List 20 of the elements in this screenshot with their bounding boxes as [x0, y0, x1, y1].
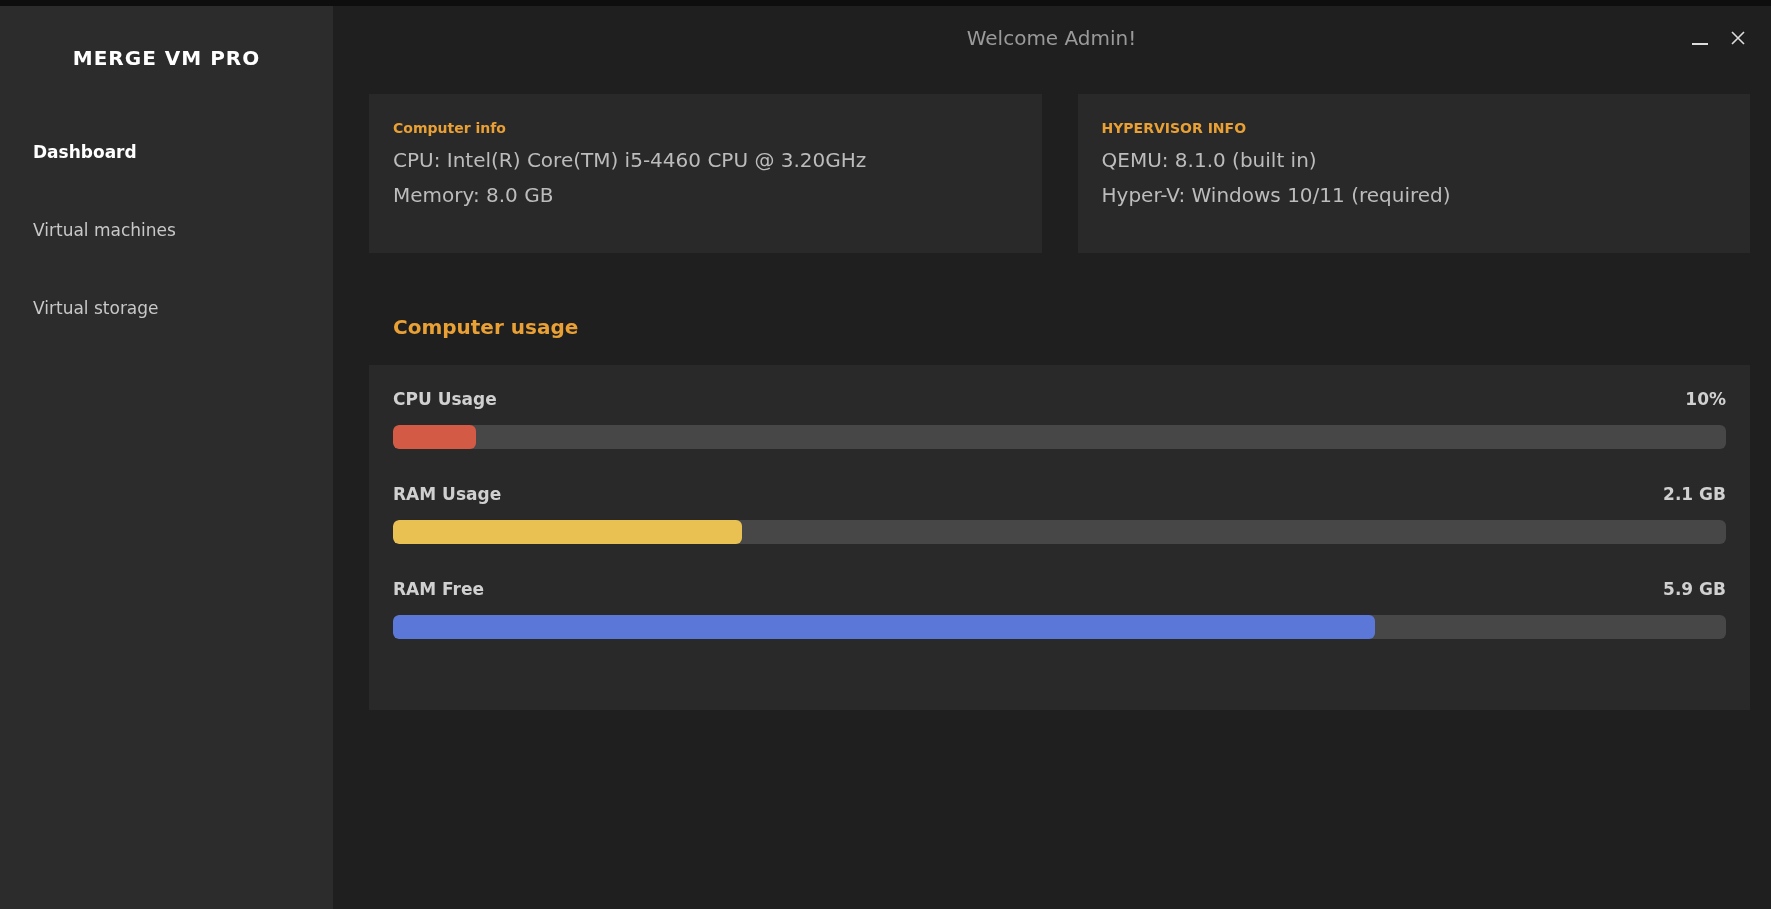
sidebar-item[interactable]: Virtual storage [0, 298, 159, 318]
window-title: Welcome Admin! [965, 26, 1138, 50]
meter-reading: 5.9 GB [1663, 579, 1726, 599]
sidebar-item[interactable]: Virtual machines [0, 220, 176, 240]
app-logo-text: MERGE VM PRO [72, 46, 261, 70]
info-line: QEMU: 8.1.0 (built in) [1101, 148, 1318, 172]
sidebar-item[interactable]: Dashboard [0, 142, 137, 162]
info-line: Memory: 8.0 GB [393, 183, 555, 207]
meter-reading: 10% [1685, 389, 1726, 409]
card-heading: Computer info [393, 120, 507, 136]
minimize-icon [1692, 43, 1708, 45]
info-line: CPU: Intel(R) Core(TM) i5-4460 CPU @ 3.20GHz [393, 148, 868, 172]
meter-label: RAM Free [393, 579, 485, 599]
section-title: Computer usage [393, 315, 579, 339]
close-icon [1730, 30, 1746, 46]
meter-label: RAM Usage [393, 484, 502, 504]
meter-reading: 2.1 GB [1663, 484, 1726, 504]
card-heading: HYPERVISOR INFO [1101, 120, 1248, 136]
info-line: Hyper-V: Windows 10/11 (required) [1101, 183, 1452, 207]
meter-label: CPU Usage [393, 389, 497, 409]
